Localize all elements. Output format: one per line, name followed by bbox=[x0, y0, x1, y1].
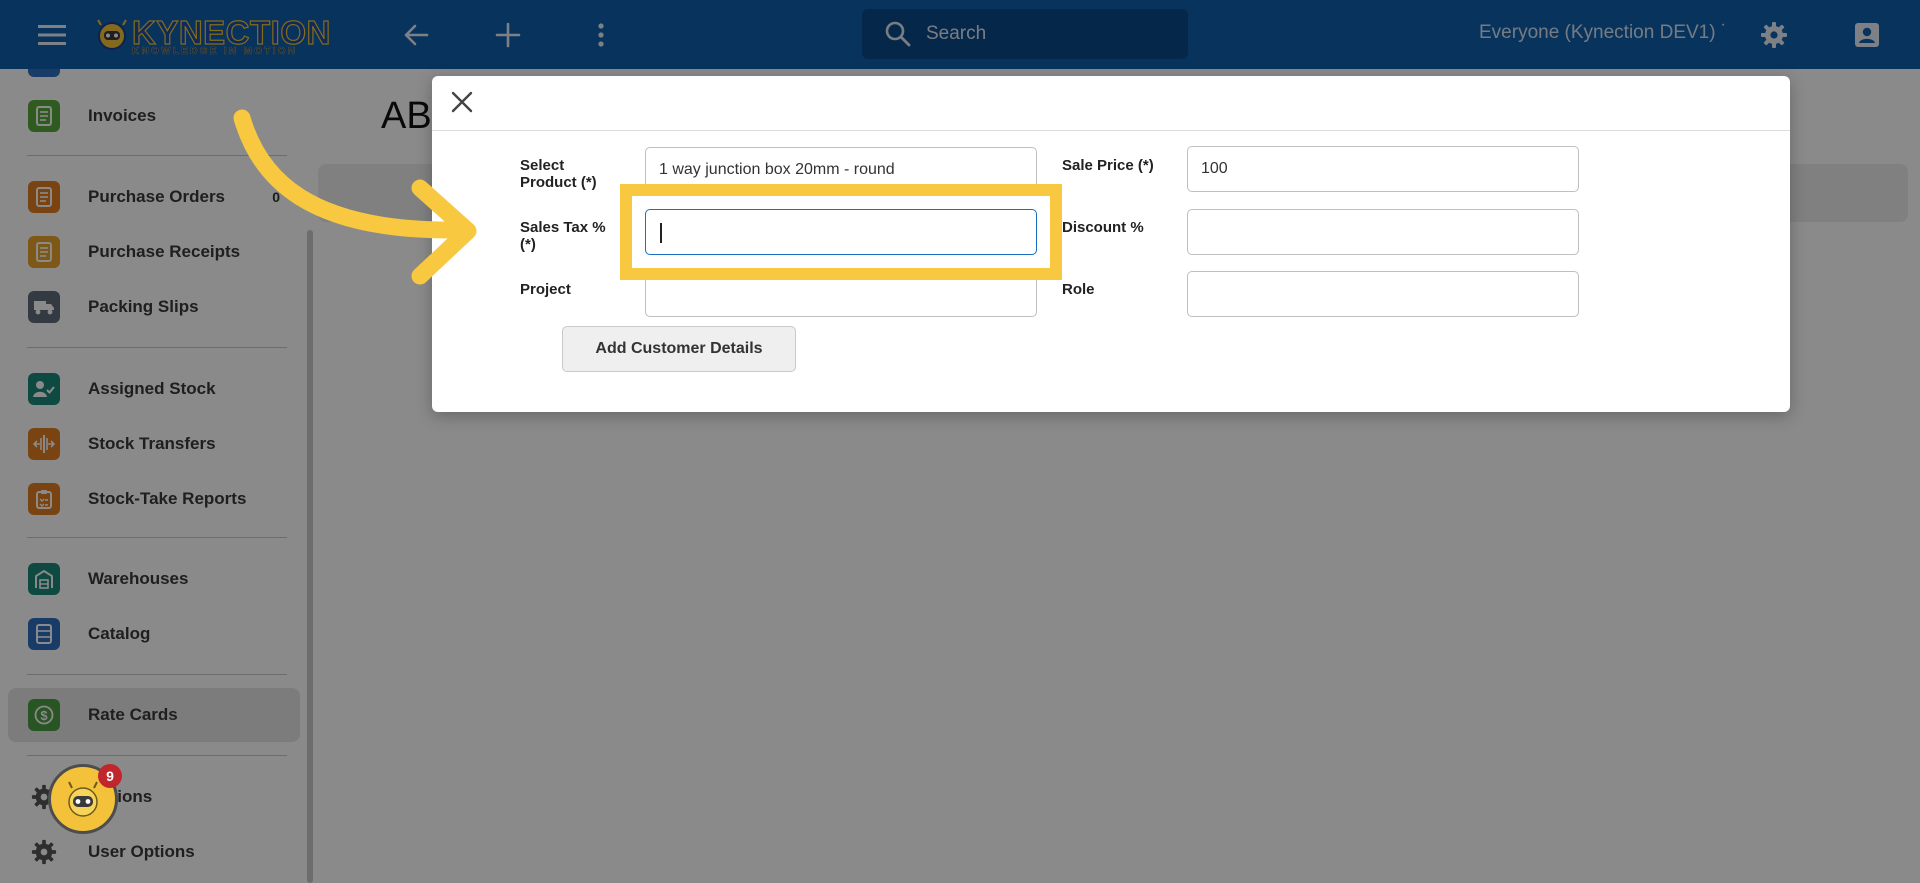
tutorial-arrow-icon bbox=[233, 109, 477, 285]
sale-price-field[interactable]: 100 bbox=[1187, 146, 1579, 192]
project-label: Project bbox=[520, 281, 571, 298]
help-assistant-widget[interactable]: 9 bbox=[48, 764, 122, 834]
role-label: Role bbox=[1062, 281, 1095, 298]
role-field[interactable] bbox=[1187, 271, 1579, 317]
text-caret bbox=[660, 223, 662, 243]
sales-tax-field[interactable] bbox=[645, 209, 1037, 255]
sales-tax-label: Sales Tax % (*) bbox=[520, 219, 606, 253]
sales-tax-highlight bbox=[620, 184, 1062, 280]
notification-badge: 9 bbox=[98, 764, 122, 788]
select-product-label: Select Product (*) bbox=[520, 157, 597, 191]
add-customer-details-button[interactable]: Add Customer Details bbox=[562, 326, 796, 372]
dialog-header-divider bbox=[432, 130, 1790, 131]
discount-field[interactable] bbox=[1187, 209, 1579, 255]
discount-label: Discount % bbox=[1062, 219, 1144, 236]
sale-price-label: Sale Price (*) bbox=[1062, 157, 1154, 174]
